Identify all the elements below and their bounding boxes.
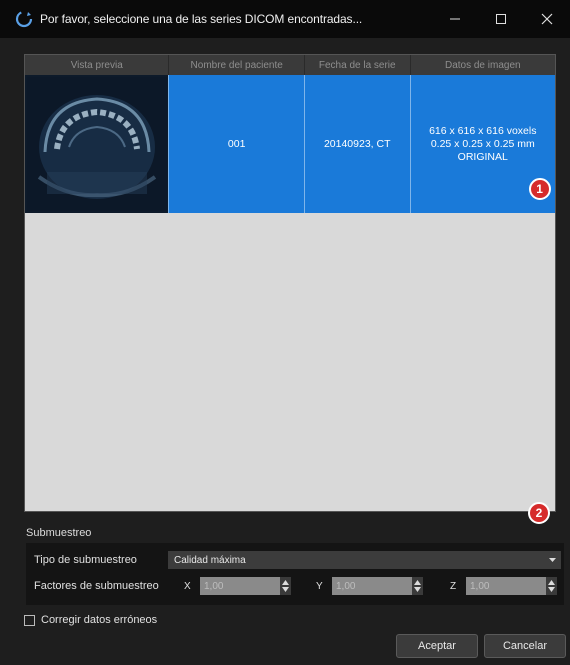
dental-ct-thumbnail [26,77,167,211]
arrow-down-icon[interactable] [414,587,421,592]
header-patient-name[interactable]: Nombre del paciente [169,55,305,75]
cancel-button[interactable]: Cancelar [484,634,566,658]
x-factor-stepper[interactable] [280,577,291,595]
marker-two: 2 [528,502,550,524]
minimize-button[interactable] [432,0,478,38]
header-series-date[interactable]: Fecha de la serie [305,55,411,75]
cell-series-date: 20140923, CT [305,75,411,213]
preview-thumbnail [25,75,170,213]
maximize-button[interactable] [478,0,524,38]
window-title: Por favor, seleccione una de las series … [40,12,363,26]
arrow-down-icon[interactable] [282,587,289,592]
arrow-up-icon[interactable] [414,580,421,585]
y-axis-label: Y [316,581,323,592]
subsampling-type-row: Tipo de submuestreo [34,550,137,570]
y-factor-input[interactable]: 1,00 [332,577,412,595]
header-image-data[interactable]: Datos de imagen [411,55,555,75]
image-type: ORIGINAL [457,150,508,163]
subsampling-factors-row: Factores de submuestreo [34,576,159,596]
image-dimensions: 616 x 616 x 616 voxels [429,124,537,137]
subsampling-factors-label: Factores de submuestreo [34,580,159,592]
cell-patient-name: 001 [169,75,305,213]
maximize-icon [496,14,506,24]
arrow-up-icon[interactable] [548,580,555,585]
x-factor-spinbox[interactable]: 1,00 [200,577,291,595]
subsampling-group: Tipo de submuestreo Calidad máxima Facto… [26,543,564,605]
cell-image-data: 616 x 616 x 616 voxels 0.25 x 0.25 x 0.2… [411,75,555,213]
correct-data-option[interactable]: Corregir datos erróneos [24,614,157,626]
x-axis-label: X [184,581,191,592]
x-factor-input[interactable]: 1,00 [200,577,280,595]
chevron-down-icon [549,558,556,562]
subsampling-type-value: Calidad máxima [174,554,246,566]
y-factor-spinbox[interactable]: 1,00 [332,577,423,595]
subsampling-title: Submuestreo [26,527,92,539]
close-icon [541,13,553,25]
correct-data-label: Corregir datos erróneos [41,614,158,626]
table-row[interactable]: 001 20140923, CT 616 x 616 x 616 voxels … [25,75,555,213]
header-preview[interactable]: Vista previa [25,55,170,75]
z-factor-stepper[interactable] [546,577,557,595]
subsampling-type-select[interactable]: Calidad máxima [168,551,561,569]
minimize-icon [450,18,460,20]
arrow-down-icon[interactable] [548,587,555,592]
z-axis-label: Z [450,581,457,592]
z-factor-spinbox[interactable]: 1,00 [466,577,557,595]
voxel-size: 0.25 x 0.25 x 0.25 mm [430,137,535,150]
arrow-up-icon[interactable] [282,580,289,585]
correct-data-checkbox[interactable] [24,614,35,626]
title-bar: Por favor, seleccione una de las series … [0,0,570,38]
close-button[interactable] [524,0,570,38]
subsampling-type-label: Tipo de submuestreo [34,554,137,566]
refresh-circle-icon [15,10,33,28]
dicom-series-table: Vista previa Nombre del paciente Fecha d… [24,54,556,512]
marker-one: 1 [528,178,551,200]
y-factor-stepper[interactable] [412,577,423,595]
z-factor-input[interactable]: 1,00 [466,577,546,595]
accept-button[interactable]: Aceptar [396,634,478,658]
table-header: Vista previa Nombre del paciente Fecha d… [25,55,555,75]
